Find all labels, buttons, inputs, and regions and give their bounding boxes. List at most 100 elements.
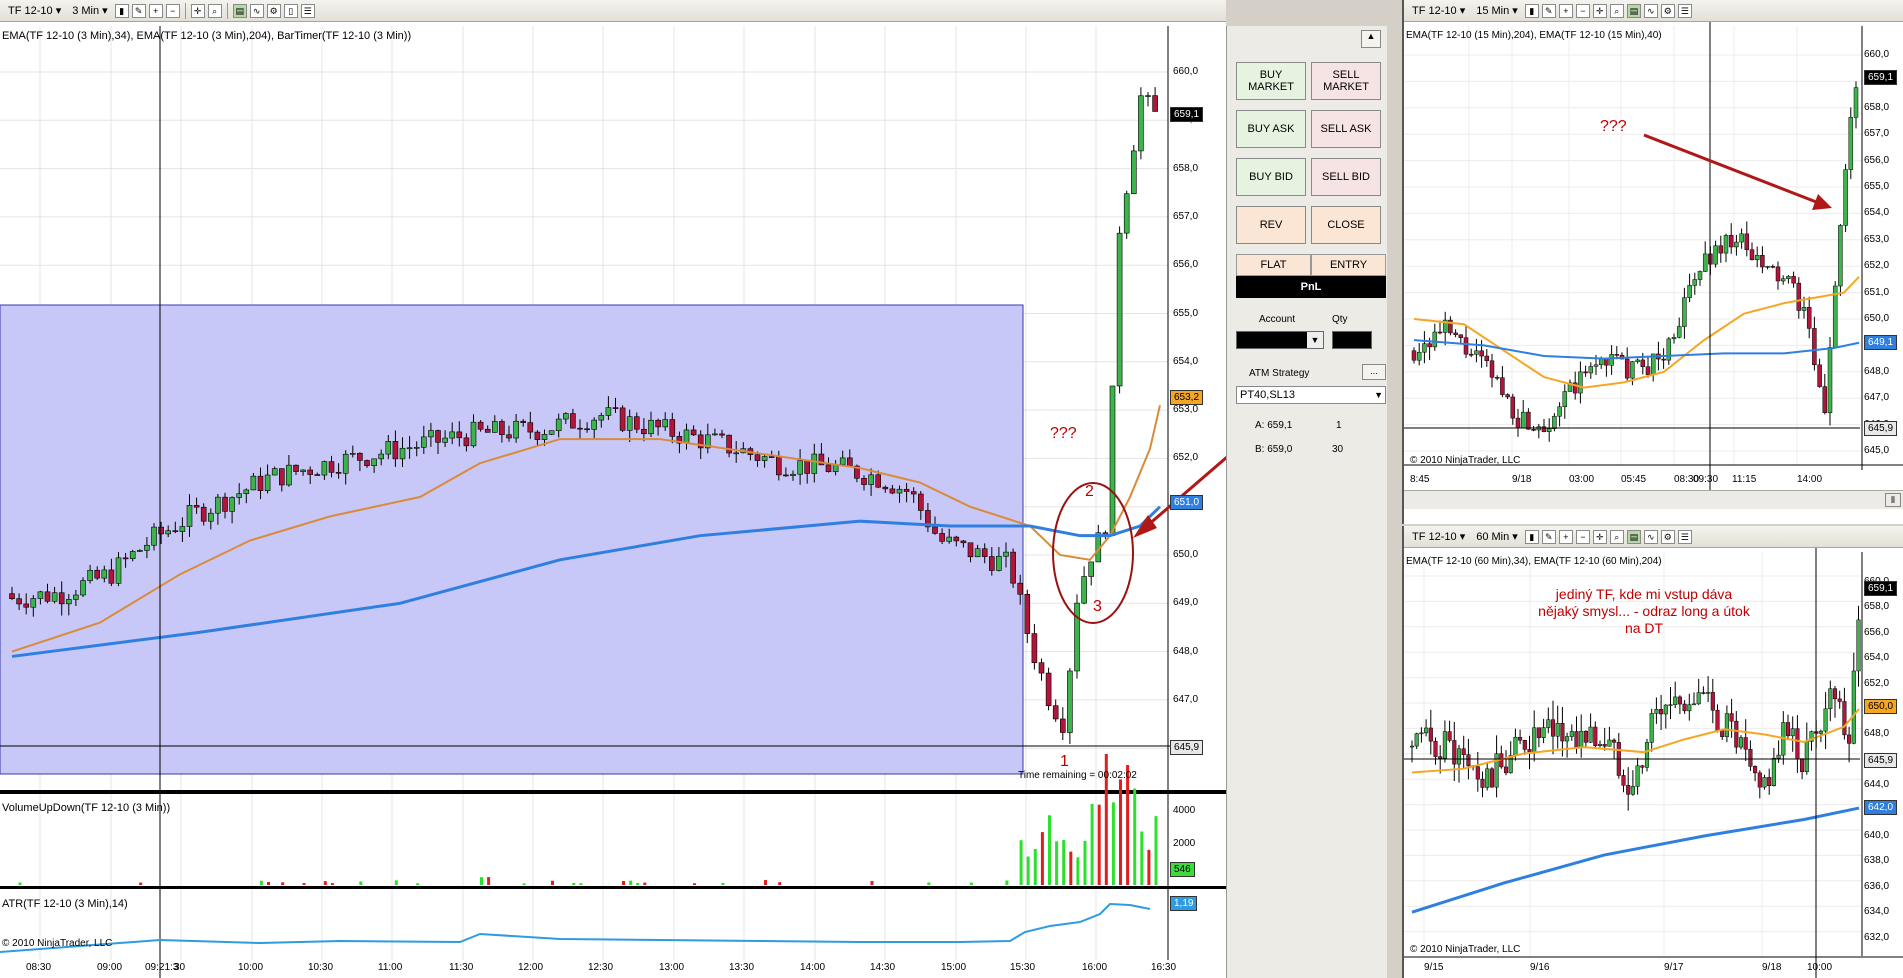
candle-body bbox=[669, 419, 676, 437]
time-tick: 11:15 bbox=[1732, 474, 1757, 485]
candle-body bbox=[1668, 704, 1673, 706]
candle-body bbox=[385, 441, 392, 455]
candle-body bbox=[16, 598, 22, 605]
copyright: © 2010 NinjaTrader, LLC bbox=[1410, 944, 1521, 955]
candle-body bbox=[1762, 777, 1767, 788]
indicator-header: EMA(TF 12-10 (15 Min),204), EMA(TF 12-10… bbox=[1406, 30, 1662, 41]
volume-bar bbox=[1033, 848, 1037, 885]
candle-body bbox=[825, 464, 832, 473]
price-tick: 636,0 bbox=[1864, 880, 1890, 892]
candle-body bbox=[917, 493, 924, 511]
candle-body bbox=[94, 569, 100, 579]
horizontal-scrollbar[interactable]: ⦀ bbox=[1404, 490, 1903, 509]
candle-body bbox=[1550, 719, 1556, 737]
time-tick: 8:45 bbox=[1410, 474, 1430, 485]
candle-body bbox=[1659, 709, 1664, 715]
collapse-button[interactable]: ▲ bbox=[1361, 30, 1381, 48]
time-tick: 05:45 bbox=[1621, 474, 1647, 485]
candle-body bbox=[690, 429, 697, 436]
qty-field[interactable] bbox=[1332, 331, 1372, 349]
candle-body bbox=[1152, 95, 1158, 112]
price-tick: 657,0 bbox=[1864, 128, 1890, 140]
candle-body bbox=[1432, 331, 1438, 348]
candle-body bbox=[1541, 426, 1547, 432]
candle-body bbox=[1562, 391, 1568, 408]
sell-market-button[interactable]: SELL MARKET bbox=[1311, 62, 1381, 100]
candle-body bbox=[570, 413, 576, 429]
reverse-button[interactable]: REV bbox=[1236, 206, 1306, 244]
buy-market-button[interactable]: BUY MARKET bbox=[1236, 62, 1306, 100]
candle-body bbox=[1786, 276, 1791, 279]
candle-body bbox=[761, 456, 768, 461]
sell-ask-button[interactable]: SELL ASK bbox=[1311, 110, 1381, 148]
volume-bar bbox=[1055, 841, 1059, 885]
candle-body bbox=[1583, 730, 1588, 743]
entry-indicator: ENTRY bbox=[1311, 254, 1386, 276]
price-tick: 660,0 bbox=[1864, 49, 1890, 60]
candle-body bbox=[51, 592, 58, 602]
candle-body bbox=[1734, 720, 1739, 748]
candle-body bbox=[1682, 703, 1687, 712]
candle-body bbox=[1734, 241, 1739, 248]
candle-body bbox=[1607, 739, 1612, 747]
candle-body bbox=[9, 593, 15, 600]
time-tick: 08:30 bbox=[26, 962, 52, 973]
time-tick: 9/16 bbox=[1530, 962, 1550, 973]
candle-body bbox=[754, 454, 761, 461]
candle-body bbox=[151, 526, 157, 546]
candle-body bbox=[1640, 359, 1646, 367]
close-button[interactable]: CLOSE bbox=[1311, 206, 1381, 244]
volume-bar bbox=[330, 883, 334, 885]
volume-bar bbox=[1140, 831, 1144, 885]
candle-body bbox=[293, 464, 299, 472]
buy-ask-button[interactable]: BUY ASK bbox=[1236, 110, 1306, 148]
candle-body bbox=[1837, 698, 1842, 702]
scroll-grip-icon[interactable]: ⦀ bbox=[1885, 493, 1901, 507]
candle-body bbox=[115, 557, 122, 584]
price-tick: 658,0 bbox=[1173, 162, 1199, 174]
candle-body bbox=[420, 436, 427, 448]
candle-body bbox=[1475, 766, 1480, 780]
price-tick: 657,0 bbox=[1173, 210, 1199, 222]
main-price-chart[interactable] bbox=[0, 0, 1226, 978]
candle-body bbox=[541, 434, 548, 440]
price-tick: 656,0 bbox=[1173, 259, 1199, 271]
candle-body bbox=[1017, 582, 1024, 595]
candle-body bbox=[1474, 350, 1479, 355]
candle-body bbox=[1109, 385, 1116, 536]
last-price-tag: 659,1 bbox=[1170, 107, 1204, 122]
candle-body bbox=[1088, 561, 1094, 577]
atm-options-button[interactable]: ... bbox=[1362, 364, 1386, 380]
time-tick: 9/17 bbox=[1664, 962, 1684, 973]
volume-bar bbox=[721, 882, 725, 885]
candle-body bbox=[499, 421, 505, 436]
annotation-arrow[interactable] bbox=[1139, 140, 1226, 534]
volume-bar bbox=[259, 880, 263, 885]
volume-bar bbox=[870, 880, 874, 885]
candle-body bbox=[1116, 232, 1123, 387]
buy-bid-button[interactable]: BUY BID bbox=[1236, 158, 1306, 196]
candle-body bbox=[1438, 756, 1443, 759]
candle-body bbox=[364, 460, 370, 466]
account-select[interactable]: ▼ bbox=[1236, 331, 1324, 349]
candle-body bbox=[1723, 235, 1729, 254]
time-tick: 16:00 bbox=[1082, 962, 1108, 973]
price-chart-15min[interactable] bbox=[1404, 0, 1903, 524]
candle-body bbox=[129, 551, 136, 559]
candle-body bbox=[527, 422, 534, 433]
candle-body bbox=[1588, 366, 1594, 374]
volume-bar bbox=[1076, 857, 1080, 885]
price-tick: 647,0 bbox=[1864, 392, 1890, 404]
atm-strategy-select[interactable]: PT40,SL13 ▼ bbox=[1236, 386, 1386, 404]
price-tick: 640,0 bbox=[1864, 830, 1890, 841]
copyright: © 2010 NinjaTrader, LLC bbox=[1410, 455, 1521, 466]
candle-body bbox=[186, 505, 193, 527]
candle-body bbox=[1800, 758, 1805, 773]
line-price-tag: 645,9 bbox=[1170, 740, 1204, 755]
candle-body bbox=[1031, 633, 1038, 663]
indicator-header: EMA(TF 12-10 (3 Min),34), EMA(TF 12-10 (… bbox=[2, 30, 412, 42]
sell-bid-button[interactable]: SELL BID bbox=[1311, 158, 1381, 196]
candle-body bbox=[861, 477, 867, 485]
candle-body bbox=[1676, 326, 1682, 338]
candle-body bbox=[1515, 417, 1521, 429]
